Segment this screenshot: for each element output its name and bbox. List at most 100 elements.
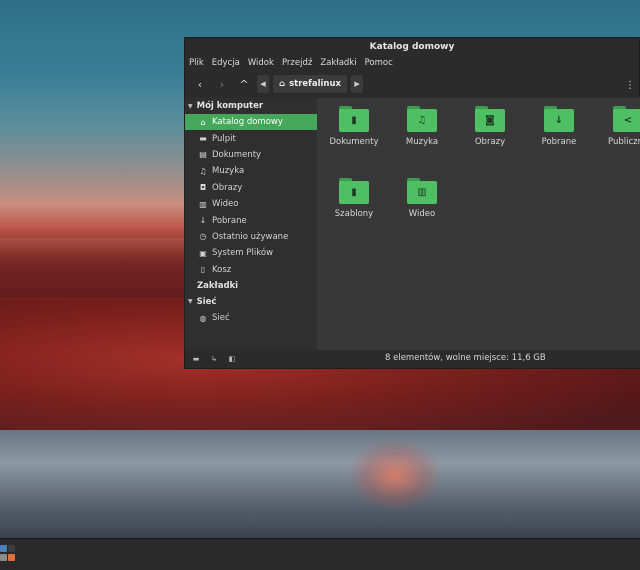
share-icon: < [613,109,640,132]
sidebar-item-desktop[interactable]: ▬ Pulpit [185,130,317,146]
sidebar-item-label: Obrazy [212,182,243,193]
sidebar-item-label: Sieć [212,313,230,324]
sidebar-section-network[interactable]: ▼ Sieć [185,294,317,310]
file-manager-window: Katalog domowy Plik Edycja Widok Przejdź… [184,37,640,369]
breadcrumb-left-button[interactable]: ◀ [257,75,269,93]
menu-file[interactable]: Plik [189,58,204,68]
folder-icon: ◙ [475,106,505,132]
wallpaper-water [0,430,640,538]
expand-triangle-icon: ▼ [188,102,193,110]
menubar: Plik Edycja Widok Przejdź Zakładki Pomoc [185,56,639,70]
folder-label: Szablony [334,209,374,219]
sidebar-item-label: Pulpit [212,133,236,144]
folder-music[interactable]: ♫ Muzyka [390,106,454,147]
back-icon: ‹ [197,77,203,91]
download-icon: ↓ [199,216,207,226]
folder-label: Pobrane [541,137,577,147]
up-button[interactable]: ^ [235,75,253,93]
breadcrumb-home[interactable]: ⌂ strefalinux [273,75,348,93]
menu-help[interactable]: Pomoc [365,58,393,68]
folder-label: Muzyka [405,137,439,147]
sidebar-item-trash[interactable]: ▯ Kosz [185,262,317,278]
show-tree-icon[interactable]: ↳ [207,353,221,365]
sidebar-item-network[interactable]: ◍ Sieć [185,310,317,326]
folder-pictures[interactable]: ◙ Obrazy [458,106,522,147]
folder-label: Obrazy [474,137,506,147]
expand-triangle-icon: ▼ [188,298,193,306]
folder-downloads[interactable]: ↓ Pobrane [527,106,591,147]
folder-icon: ▥ [407,178,437,204]
folder-icon: ▮ [339,178,369,204]
sidebar-section-label: Mój komputer [196,101,264,111]
menu-go[interactable]: Przejdź [282,58,312,68]
menu-view[interactable]: Widok [248,58,274,68]
folder-icon: ▮ [339,106,369,132]
home-icon: ⌂ [279,79,286,89]
status-text: 8 elementów, wolne miejsce: 11,6 GB [385,353,546,363]
menu-edit[interactable]: Edycja [212,58,240,68]
sidebar-section-bookmarks[interactable]: Zakładki [185,278,317,294]
folder-label: Wideo [408,209,436,219]
folder-public[interactable]: < Publiczne [595,106,640,147]
sidebar-item-music[interactable]: ♫ Muzyka [185,163,317,179]
overflow-menu-icon[interactable]: ⋮ [625,80,635,91]
camera-icon: ◙ [475,109,505,132]
wallpaper-horizon [0,238,190,298]
sidebar-item-recent[interactable]: ◷ Ostatnio używane [185,229,317,245]
sidebar-item-label: System Plików [212,248,274,259]
toolbar: ‹ › ^ ◀ ⌂ strefalinux ▶ [185,70,639,98]
file-view: ▮ Dokumenty ♫ Muzyka ◙ Obrazy ↓ Pobrane … [317,98,640,352]
sidebar-section-computer[interactable]: ▼ Mój komputer [185,98,317,114]
folder-documents[interactable]: ▮ Dokumenty [322,106,386,147]
template-icon: ▮ [339,181,369,204]
camera-icon: ◘ [199,183,207,193]
download-icon: ↓ [544,109,574,132]
folder-icon: < [613,106,640,132]
menu-bookmarks[interactable]: Zakładki [320,58,356,68]
up-icon: ^ [239,77,249,91]
sidebar-item-label: Wideo [212,199,239,210]
drive-icon: ▣ [199,248,207,258]
sidebar-item-label: Kosz [212,264,232,275]
hide-sidebar-icon[interactable]: ◧ [225,353,239,365]
back-button[interactable]: ‹ [191,75,209,93]
window-title: Katalog domowy [185,38,639,56]
folder-templates[interactable]: ▮ Szablony [322,178,386,219]
statusbar: ▬ ↳ ◧ 8 elementów, wolne miejsce: 11,6 G… [185,350,640,368]
trash-icon: ▯ [200,265,206,275]
sidebar-item-label: Muzyka [212,166,245,177]
sidebar-item-label: Ostatnio używane [212,231,289,242]
folder-label: Dokumenty [329,137,379,147]
folder-icon: ♫ [407,106,437,132]
sidebar-item-home[interactable]: ⌂ Katalog domowy [185,114,317,131]
sidebar-item-label: Pobrane [212,215,247,226]
film-icon: ▥ [407,181,437,204]
document-icon: ▤ [199,150,207,160]
music-icon: ♫ [407,109,437,132]
wallpaper-sunset-reflection [350,440,440,510]
sidebar-item-documents[interactable]: ▤ Dokumenty [185,147,317,163]
music-icon: ♫ [199,166,207,176]
sidebar-item-label: Katalog domowy [212,117,283,128]
sidebar-section-label: Sieć [196,296,217,307]
bottom-panel [0,538,640,570]
forward-button[interactable]: › [213,75,231,93]
sidebar-item-videos[interactable]: ▥ Wideo [185,196,317,212]
sidebar-item-pictures[interactable]: ◘ Obrazy [185,180,317,196]
sidebar-item-label: Dokumenty [212,149,262,160]
clock-icon: ◷ [199,232,207,242]
desktop-icon: ▬ [199,134,207,144]
sidebar: ▼ Mój komputer ⌂ Katalog domowy ▬ Pulpit… [185,98,317,352]
panel-applet-icon[interactable] [0,545,18,565]
sidebar-item-filesystem[interactable]: ▣ System Plików [185,245,317,261]
show-places-icon[interactable]: ▬ [189,353,203,365]
folder-videos[interactable]: ▥ Wideo [390,178,454,219]
film-icon: ▥ [199,199,207,209]
folder-label: Publiczne [608,137,640,147]
sidebar-item-downloads[interactable]: ↓ Pobrane [185,212,317,228]
breadcrumb-label: strefalinux [289,79,342,89]
breadcrumb-right-button[interactable]: ▶ [351,75,364,93]
document-icon: ▮ [339,109,369,132]
forward-icon: › [219,77,225,91]
home-icon: ⌂ [200,117,206,127]
